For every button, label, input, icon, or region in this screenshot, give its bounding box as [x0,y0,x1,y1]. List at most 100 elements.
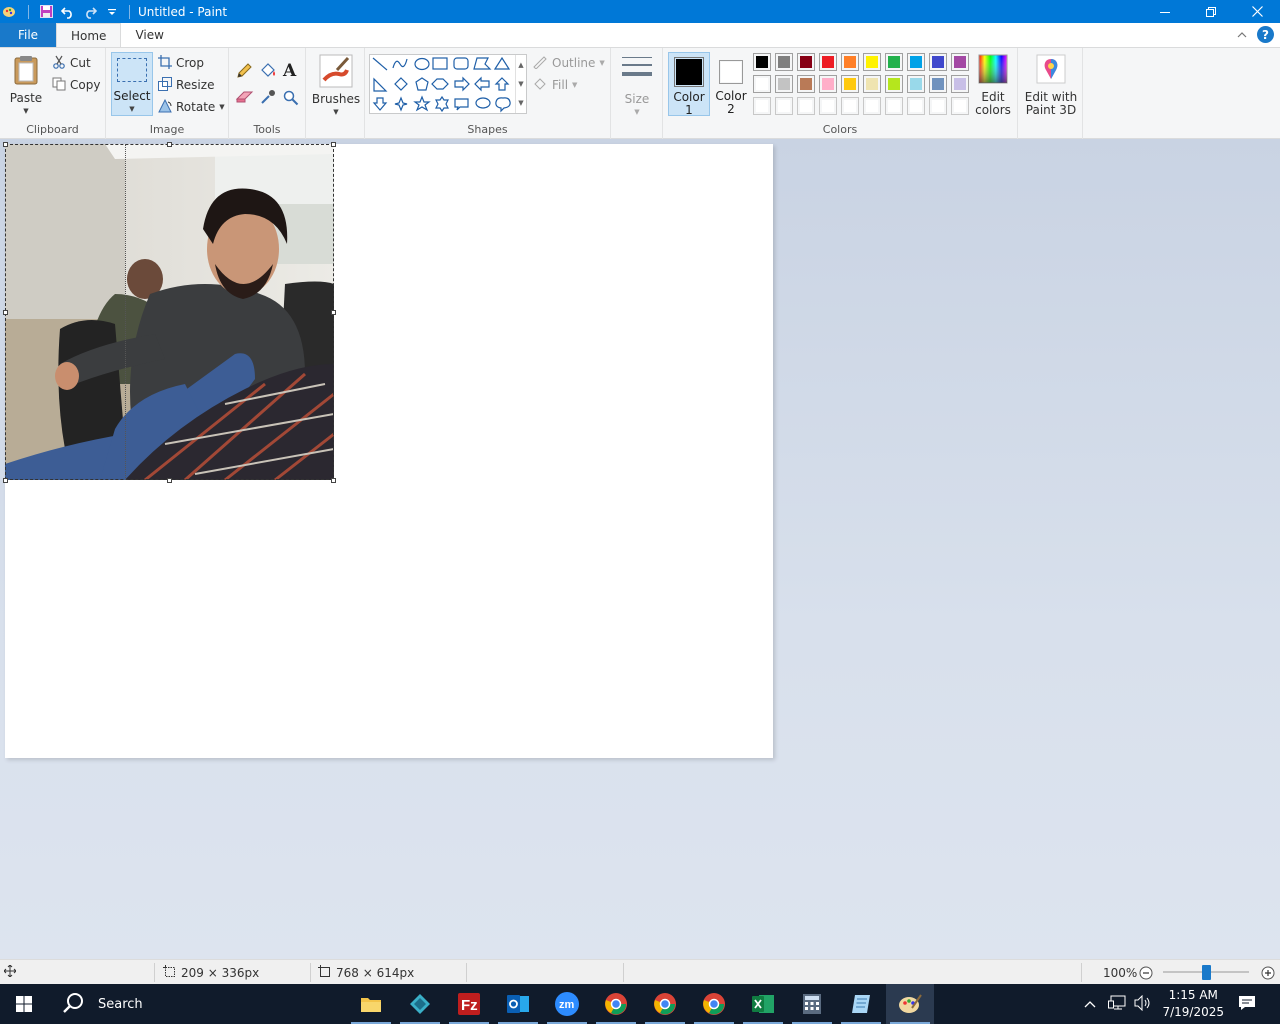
taskbar-search[interactable]: Search [48,984,350,1024]
help-icon[interactable]: ? [1257,26,1274,43]
palette-swatch[interactable] [797,75,815,93]
tab-home[interactable]: Home [56,23,122,48]
cut-button[interactable]: Cut [52,54,91,72]
text-tool-icon[interactable]: A [283,61,296,81]
clock[interactable]: 1:15 AM 7/19/2025 [1162,987,1224,1021]
palette-swatch[interactable] [841,75,859,93]
volume-icon[interactable] [1134,994,1152,1014]
calculator-taskbar-button[interactable] [788,984,836,1024]
file-explorer-taskbar-button[interactable] [347,984,395,1024]
copy-button[interactable]: Copy [52,76,100,94]
resize-handle-bottom-left[interactable] [3,478,8,483]
zoom-slider-thumb[interactable] [1202,965,1211,980]
palette-swatch[interactable] [753,53,771,71]
redo-icon[interactable] [81,3,99,21]
palette-swatch[interactable] [863,53,881,71]
palette-swatch[interactable] [819,97,837,115]
resize-handle-top-left[interactable] [3,142,8,147]
outlook-taskbar-button[interactable] [494,984,542,1024]
crop-button[interactable]: Crop [158,54,204,72]
shapes-gallery-icons[interactable] [370,55,516,113]
brushes-button[interactable]: Brushes ▼ [312,54,360,119]
palette-swatch[interactable] [929,97,947,115]
edit-with-paint3d-button[interactable]: Edit with Paint 3D [1024,54,1078,117]
outline-button[interactable]: Outline ▼ [532,54,605,72]
palette-swatch[interactable] [885,53,903,71]
edit-colors-button[interactable]: Edit colors [975,54,1011,117]
resize-handle-bottom-right[interactable] [331,478,336,483]
resize-handle-right[interactable] [331,310,336,315]
network-icon[interactable] [1108,995,1126,1014]
minimize-button[interactable] [1142,0,1188,23]
restore-button[interactable] [1188,0,1234,23]
undo-icon[interactable] [59,3,77,21]
shapes-scrollbar[interactable]: ▲ ▼ ▼ [515,55,526,113]
palette-swatch[interactable] [819,75,837,93]
zoom-taskbar-button[interactable]: zm [543,984,591,1024]
select-button[interactable]: Select ▼ [111,52,153,116]
chrome-taskbar-button-1[interactable] [592,984,640,1024]
customize-qat-icon[interactable] [103,3,121,21]
chrome-taskbar-button-2[interactable] [641,984,689,1024]
palette-swatch[interactable] [885,97,903,115]
gallery-expand-icon[interactable]: ▼ [518,99,523,107]
resize-handle-top[interactable] [167,142,172,147]
palette-swatch[interactable] [753,75,771,93]
palette-swatch[interactable] [929,75,947,93]
chevron-up-icon[interactable] [1084,997,1096,1011]
fill-button[interactable]: Fill ▼ [532,76,577,94]
resize-handle-top-right[interactable] [331,142,336,147]
size-button[interactable]: Size ▼ [617,54,657,119]
chrome-taskbar-button-3[interactable] [690,984,738,1024]
notepad-taskbar-button[interactable] [837,984,885,1024]
palette-swatch[interactable] [797,97,815,115]
paint-app-icon[interactable] [2,5,16,19]
eraser-icon[interactable] [235,90,254,107]
app-diamond-taskbar-button[interactable] [396,984,444,1024]
paste-button[interactable]: Paste ▼ [8,54,44,118]
palette-swatch[interactable] [841,53,859,71]
palette-swatch[interactable] [753,97,771,115]
palette-swatch[interactable] [951,97,969,115]
fill-bucket-icon[interactable] [259,63,277,82]
color-picker-icon[interactable] [260,89,276,108]
palette-swatch[interactable] [863,75,881,93]
start-button[interactable] [0,984,48,1024]
palette-swatch[interactable] [775,97,793,115]
zoom-out-icon[interactable] [1139,966,1153,983]
palette-swatch[interactable] [819,53,837,71]
scroll-down-icon[interactable]: ▼ [518,80,523,88]
rotate-button[interactable]: Rotate ▼ [158,98,225,116]
palette-swatch[interactable] [797,53,815,71]
palette-swatch[interactable] [775,53,793,71]
resize-button[interactable]: Resize [158,76,214,94]
palette-swatch[interactable] [907,97,925,115]
palette-swatch[interactable] [907,75,925,93]
save-icon[interactable] [37,3,55,21]
resize-handle-left[interactable] [3,310,8,315]
magnifier-icon[interactable] [283,90,299,109]
palette-swatch[interactable] [951,75,969,93]
close-button[interactable] [1234,0,1280,23]
palette-swatch[interactable] [775,75,793,93]
zoom-in-icon[interactable] [1261,966,1275,983]
excel-taskbar-button[interactable] [739,984,787,1024]
tab-file[interactable]: File [0,23,56,47]
palette-swatch[interactable] [863,97,881,115]
color2-button[interactable]: Color 2 [712,52,750,116]
palette-swatch[interactable] [929,53,947,71]
palette-swatch[interactable] [907,53,925,71]
tab-view[interactable]: View [121,23,177,47]
palette-swatch[interactable] [885,75,903,93]
palette-swatch[interactable] [951,53,969,71]
selection-rectangle[interactable] [5,144,334,480]
work-area[interactable] [0,139,1280,959]
paint-taskbar-button[interactable] [886,984,934,1024]
resize-handle-bottom[interactable] [167,478,172,483]
collapse-ribbon-icon[interactable] [1237,28,1247,42]
pencil-icon[interactable] [236,63,252,82]
filezilla-taskbar-button[interactable]: Fz [445,984,493,1024]
color1-button[interactable]: Color 1 [668,52,710,117]
scroll-up-icon[interactable]: ▲ [518,61,523,69]
palette-swatch[interactable] [841,97,859,115]
